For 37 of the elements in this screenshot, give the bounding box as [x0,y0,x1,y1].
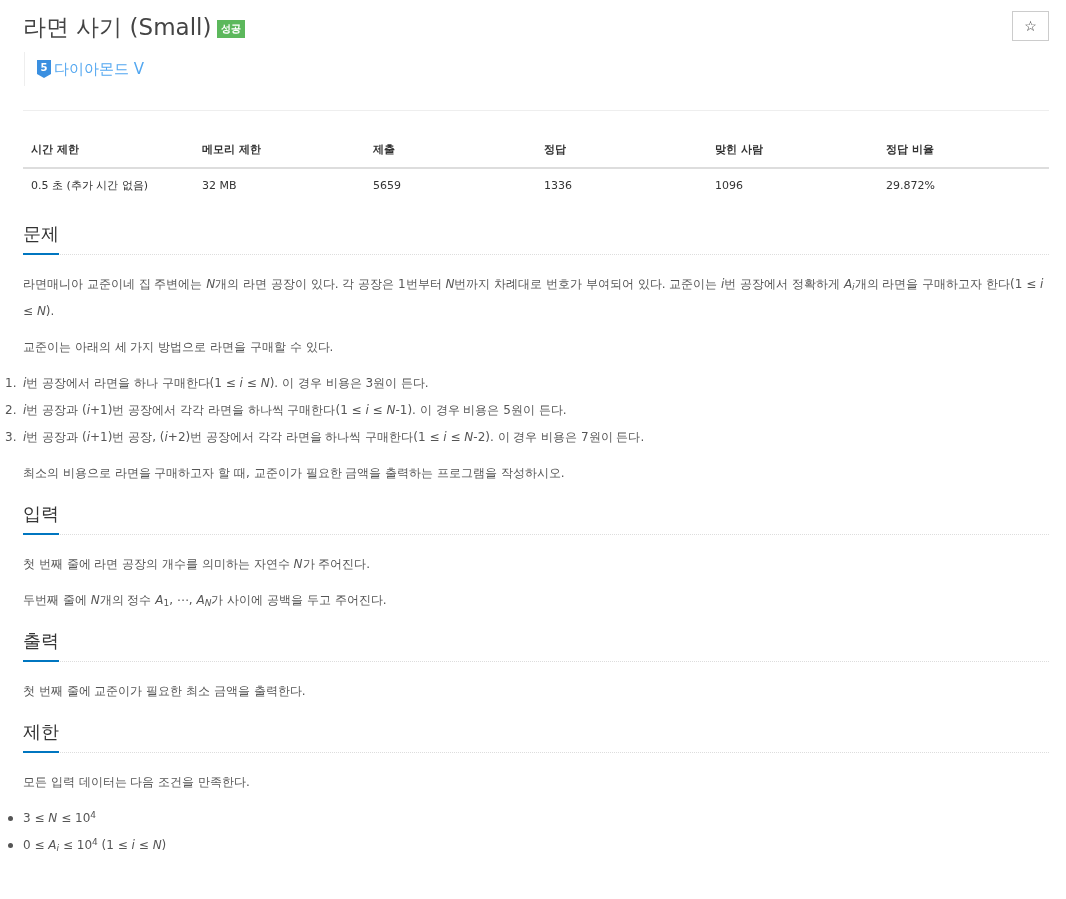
paragraph: 라면매니아 교준이네 집 주변에는 N개의 라면 공장이 있다. 각 공장은 1번부터 N번까지 차례대로 번호가 부여되어 있다. 교준이는 i번 공장에서 정확하게 A$_{i}$개의 라면을 구매하고자 한다(1 ≤ i ≤ N). [23,277,1044,318]
problem-title: 라면 사기 (Small) [23,13,212,42]
bullet-icon [8,816,13,821]
list-item-text: i번 공장과 (i+1)번 공장에서 각각 라면을 하나씩 구매한다(1 ≤ i ≤ N-1). 이 경우 비용은 5원이 든다. [23,402,567,419]
paragraph: 최소의 비용으로 라면을 구매하고자 할 때, 교준이가 필요한 금액을 출력하는 프로그램을 작성하시오. [23,466,565,480]
paragraph: 모든 입력 데이터는 다음 조건을 만족한다. [23,775,250,789]
column-header: 제출 [365,134,536,168]
column-header: 맞힌 사람 [707,134,878,168]
table-cell: 5659 [365,167,536,203]
paragraph: 첫 번째 줄에 라면 공장의 개수를 의미하는 자연수 N가 주어진다. [23,557,371,571]
bullet-icon [8,843,13,848]
column-header: 정답 비율 [878,134,1049,168]
table-cell: 32 MB [194,167,365,203]
table-cell: 29.872% [878,167,1049,203]
column-header: 정답 [536,134,707,168]
success-badge: 성공 [217,20,246,38]
table-cell: 1336 [536,167,707,203]
list-item-text: 3 ≤ N ≤ 10$^{4}$ [23,808,96,827]
paragraph: 첫 번째 줄에 교준이가 필요한 최소 금액을 출력한다. [23,684,306,698]
paragraph: 두번째 줄에 N개의 정수 A$_{1}$, ⋯, A$_{N}$가 사이에 공백을 두고 주어진다. [23,593,387,607]
section-heading: 입력 [23,496,59,535]
list-item-text: i번 공장에서 라면을 하나 구매한다(1 ≤ i ≤ N). 이 경우 비용은 3원이 든다. [23,375,429,392]
paragraph: 교준이는 아래의 세 가지 방법으로 라면을 구매할 수 있다. [23,340,334,354]
list-item-text: 0 ≤ A$_{i}$ ≤ 10$^{4}$ (1 ≤ i ≤ N) [23,835,167,856]
section-heading: 제한 [23,714,59,753]
table-cell: 0.5 초 (추가 시간 없음) [23,167,194,203]
list-number: 2. [5,402,18,419]
section-heading: 문제 [23,216,59,255]
table-cell: 1096 [707,167,878,203]
section-heading: 출력 [23,623,59,662]
column-header: 메모리 제한 [194,134,365,168]
tier-shield-icon: 5 [37,59,51,79]
list-number: 1. [5,375,18,392]
column-header: 시간 제한 [23,134,194,168]
star-button[interactable]: ☆ [1012,11,1049,41]
list-item-text: i번 공장과 (i+1)번 공장, (i+2)번 공장에서 각각 라면을 하나씩 구매한다(1 ≤ i ≤ N-2). 이 경우 비용은 7원이 든다. [23,429,645,446]
list-number: 3. [5,429,18,446]
